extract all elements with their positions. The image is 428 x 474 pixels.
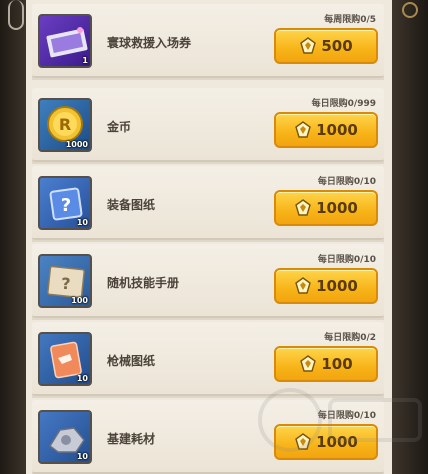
item-quantity: 1 <box>82 56 88 65</box>
item-name: 基建耗材 <box>107 432 156 446</box>
item-quantity: 1000 <box>65 140 88 149</box>
shop-item-row: 10 枪械图纸 每日限购0/2 100 <box>32 322 384 398</box>
svg-text:?: ? <box>61 195 71 216</box>
buy-button[interactable]: 1000 <box>274 112 378 148</box>
materials-icon: 10 <box>38 410 92 464</box>
skill-manual-icon: ? 100 <box>38 254 92 308</box>
purchase-limit: 每日限购0/10 <box>317 411 376 421</box>
gem-currency-icon <box>300 355 317 372</box>
svg-text:?: ? <box>61 274 70 293</box>
buy-button[interactable]: 500 <box>274 28 378 64</box>
price-label: 1000 <box>316 277 358 295</box>
gem-currency-icon <box>295 277 311 294</box>
buy-button[interactable]: 1000 <box>274 268 378 304</box>
shop-item-row: R 1000 金币 每日限购0/999 1000 <box>32 88 384 164</box>
item-name: 装备图纸 <box>107 198 156 212</box>
gem-currency-icon <box>295 433 311 450</box>
shop-item-row: ? 100 随机技能手册 每日限购0/10 1000 <box>32 244 384 320</box>
item-name: 枪械图纸 <box>107 354 156 368</box>
shop-item-row: ? 10 装备图纸 每日限购0/10 1000 <box>32 166 384 242</box>
item-quantity: 100 <box>71 296 88 305</box>
paper-clip-icon <box>8 0 24 30</box>
ticket-icon: 1 <box>38 14 92 68</box>
svg-text:R: R <box>59 115 71 134</box>
gem-currency-icon <box>300 37 317 54</box>
price-label: 500 <box>321 37 353 55</box>
gold-coin-icon: R 1000 <box>38 98 92 152</box>
gem-currency-icon <box>295 121 311 138</box>
purchase-limit: 每日限购0/999 <box>311 99 376 109</box>
purchase-limit: 每日限购0/10 <box>317 255 376 265</box>
price-label: 1000 <box>316 199 358 217</box>
price-label: 100 <box>321 355 353 373</box>
background-right <box>392 0 428 474</box>
purchase-limit: 每周限购0/5 <box>324 15 376 25</box>
buy-button[interactable]: 1000 <box>274 190 378 226</box>
item-name: 寰球救援入场券 <box>107 36 192 50</box>
price-label: 1000 <box>316 433 358 451</box>
ornament-icon <box>402 2 418 18</box>
buy-button[interactable]: 100 <box>274 346 378 382</box>
item-quantity: 10 <box>76 218 88 227</box>
purchase-limit: 每日限购0/2 <box>324 333 376 343</box>
price-label: 1000 <box>316 121 358 139</box>
item-name: 金币 <box>107 120 132 134</box>
buy-button[interactable]: 1000 <box>274 424 378 460</box>
purchase-limit: 每日限购0/10 <box>317 177 376 187</box>
shop-item-row: 10 基建耗材 每日限购0/10 1000 <box>32 400 384 474</box>
blueprint-icon: ? 10 <box>38 176 92 230</box>
background-left <box>0 0 26 474</box>
shop-item-list[interactable]: 1 寰球救援入场券 每周限购0/5 500 R 1000 金币 每日限购0/99… <box>26 0 392 474</box>
item-quantity: 10 <box>76 374 88 383</box>
gem-currency-icon <box>295 199 311 216</box>
gun-blueprint-icon: 10 <box>38 332 92 386</box>
shop-item-row: 1 寰球救援入场券 每周限购0/5 500 <box>32 4 384 80</box>
item-name: 随机技能手册 <box>107 276 180 290</box>
item-quantity: 10 <box>76 452 88 461</box>
